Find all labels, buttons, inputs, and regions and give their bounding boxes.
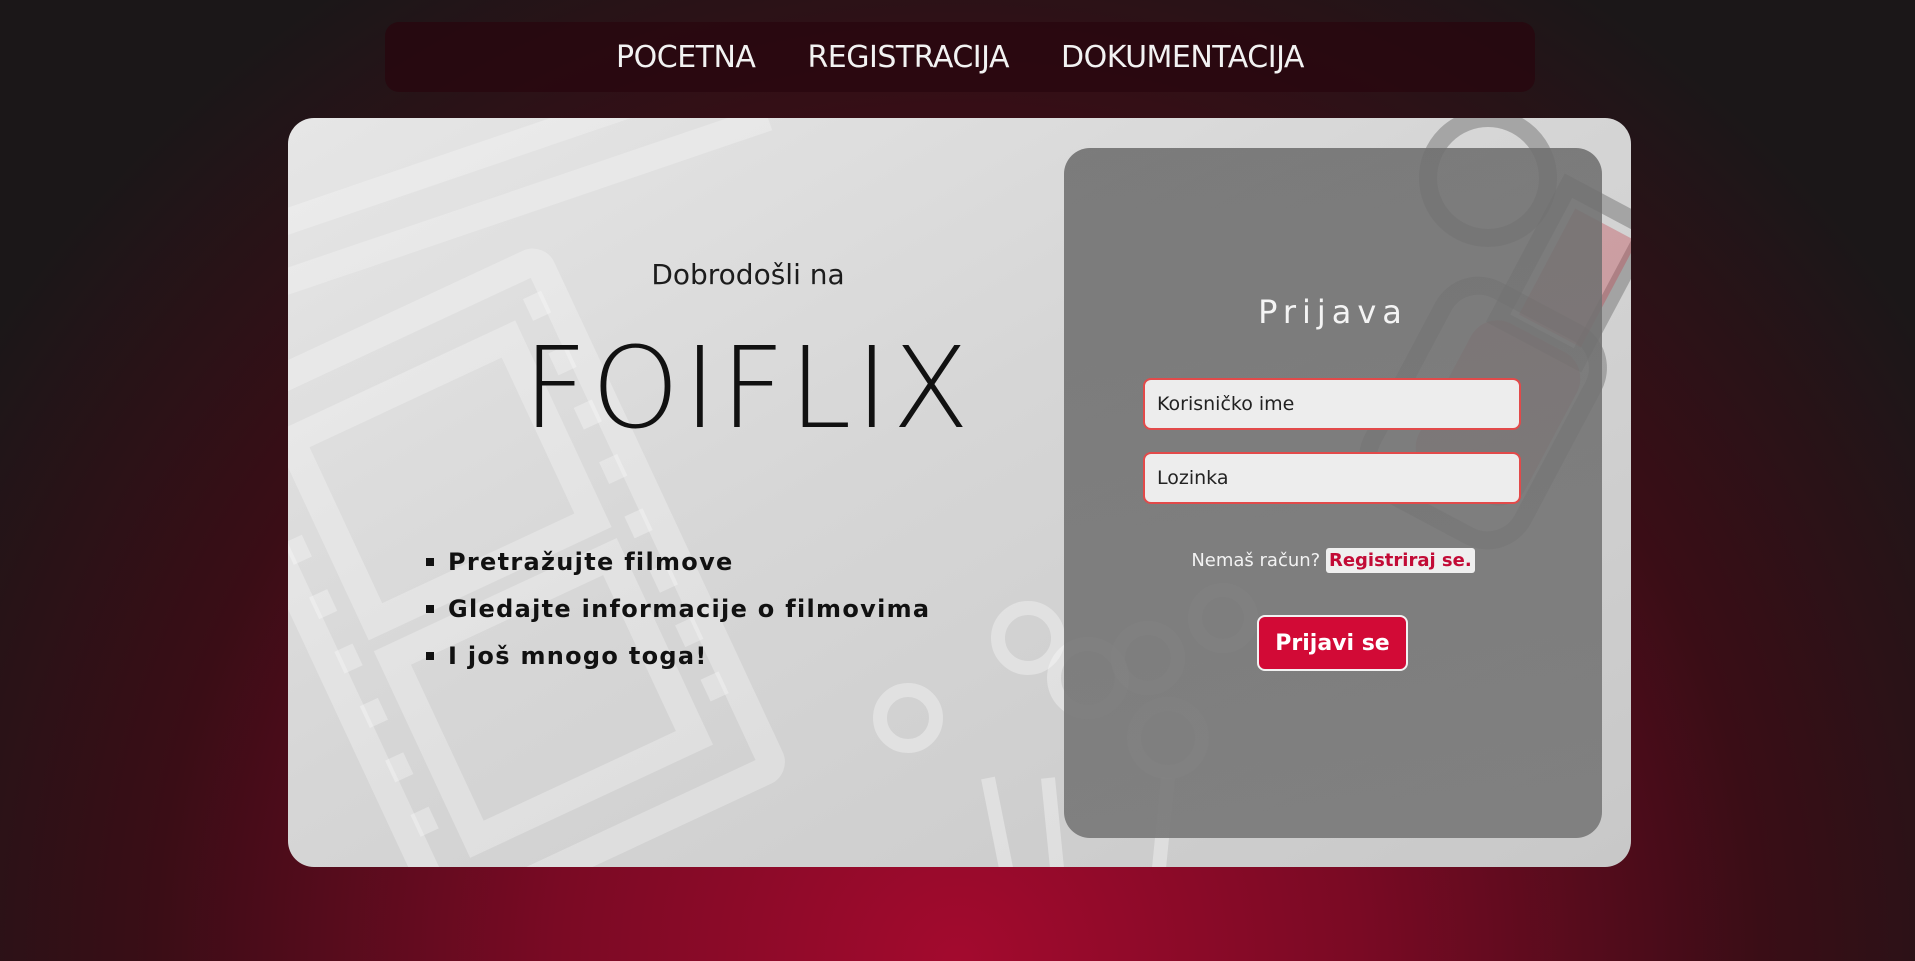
password-input[interactable] — [1143, 452, 1521, 504]
bullet-square-icon — [426, 557, 434, 566]
list-item: I još mnogo toga! — [426, 632, 930, 679]
feature-label: Pretražujte filmove — [448, 547, 734, 576]
login-panel: Prijava Nemaš račun? Registriraj se. Pri… — [1064, 148, 1602, 838]
login-title: Prijava — [1258, 293, 1408, 331]
feature-label: Gledajte informacije o filmovima — [448, 594, 931, 623]
nav-link-pocetna[interactable]: POCETNA — [616, 40, 756, 75]
nav-link-dokumentacija[interactable]: DOKUMENTACIJA — [1061, 40, 1304, 75]
username-input[interactable] — [1143, 378, 1521, 430]
list-item: Pretražujte filmove — [426, 538, 930, 585]
top-navigation: POCETNA REGISTRACIJA DOKUMENTACIJA — [385, 22, 1535, 92]
bullet-square-icon — [426, 604, 434, 613]
login-button[interactable]: Prijavi se — [1257, 615, 1408, 671]
signup-prompt: Nemaš račun? Registriraj se. — [1064, 548, 1602, 573]
feature-list: Pretražujte filmove Gledajte informacije… — [426, 538, 930, 679]
brand-title: FOIFLIX — [522, 324, 974, 454]
feature-label: I još mnogo toga! — [448, 641, 708, 670]
list-item: Gledajte informacije o filmovima — [426, 585, 930, 632]
nav-link-registracija[interactable]: REGISTRACIJA — [807, 40, 1009, 75]
bullet-square-icon — [426, 651, 434, 660]
register-link[interactable]: Registriraj se. — [1325, 548, 1475, 573]
welcome-text: Dobrodošli na — [651, 258, 845, 291]
main-card: Dobrodošli na FOIFLIX Pretražujte filmov… — [288, 118, 1631, 867]
no-account-text: Nemaš račun? — [1191, 550, 1321, 571]
